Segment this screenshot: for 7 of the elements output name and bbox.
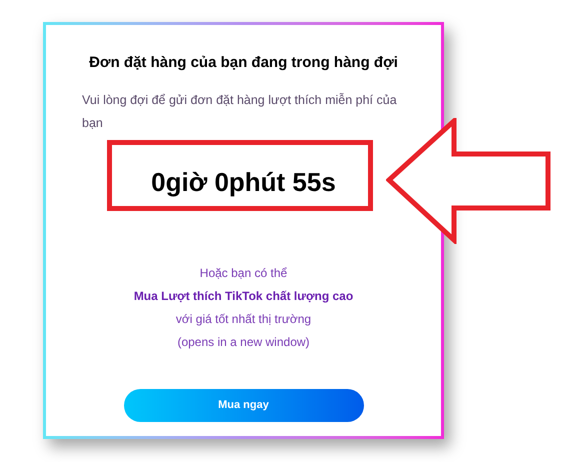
offer-link[interactable]: Mua Lượt thích TikTok chất lượng cao bbox=[134, 284, 354, 308]
offer-detail: với giá tốt nhất thị trường bbox=[176, 310, 312, 328]
new-window-note: (opens in a new window) bbox=[177, 334, 310, 350]
countdown-timer: 0giờ 0phút 55s bbox=[151, 166, 336, 198]
description: Vui lòng đợi để gửi đơn đặt hàng lượt thích miễn phí của bạn bbox=[82, 92, 398, 132]
offer-text: Hoặc bạn có thể bbox=[200, 264, 288, 282]
heading: Đơn đặt hàng của bạn đang trong hàng đợi bbox=[89, 53, 398, 73]
